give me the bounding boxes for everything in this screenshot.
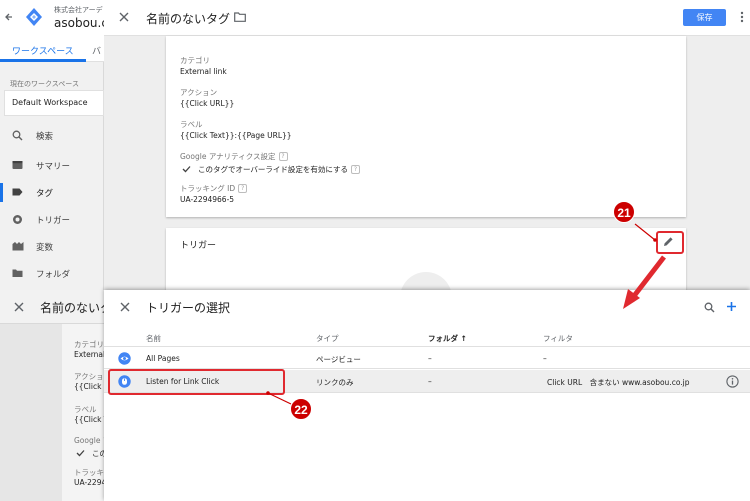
step-badge-22: 22	[290, 398, 312, 420]
step-badge-21: 21	[613, 201, 635, 223]
annotation-arrows	[266, 223, 666, 405]
